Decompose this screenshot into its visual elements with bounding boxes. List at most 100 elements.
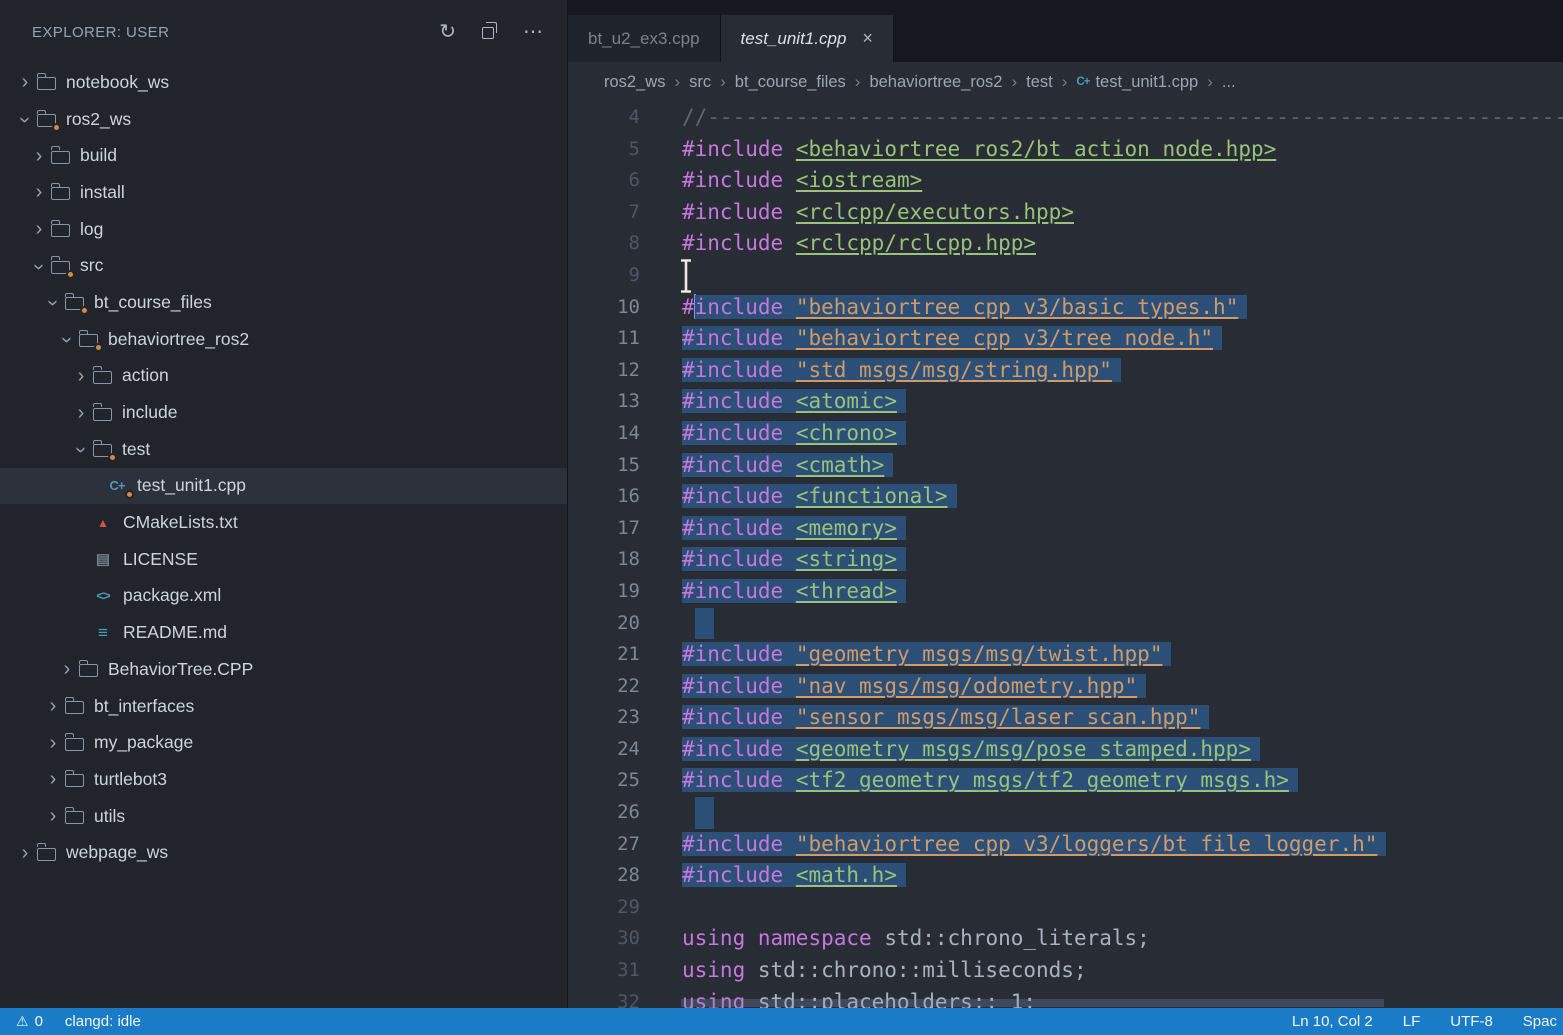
tab-bt_u2_ex3.cpp[interactable]: bt_u2_ex3.cpp [568,15,721,62]
tree-item-label: turtlebot3 [94,769,167,790]
code-token: #include [682,642,783,666]
line-number: 9 [568,260,640,292]
code-token: "sensor_msgs/msg/laser_scan.hpp" [796,705,1201,729]
tree-file-LICENSE[interactable]: ▤LICENSE [0,541,567,578]
chevron-right-icon[interactable]: › [42,769,64,789]
tree-folder-bt_interfaces[interactable]: ›bt_interfaces [0,688,567,725]
tree-folder-include[interactable]: ›include [0,394,567,431]
breadcrumb-item-...[interactable]: ... [1222,73,1236,92]
code-line-12[interactable]: 12#include "std_msgs/msg/string.hpp" [568,355,1563,387]
tree-file-CMakeLists.txt[interactable]: ▲CMakeLists.txt [0,504,567,541]
breadcrumb-item-bt_course_files[interactable]: bt_course_files [735,73,846,92]
code-line-17[interactable]: 17#include <memory> [568,513,1563,545]
code-line-23[interactable]: 23#include "sensor_msgs/msg/laser_scan.h… [568,702,1563,734]
tree-folder-notebook_ws[interactable]: ›notebook_ws [0,64,567,101]
tree-folder-action[interactable]: ›action [0,358,567,395]
chevron-right-icon[interactable]: › [28,182,50,202]
tree-folder-utils[interactable]: ›utils [0,798,567,835]
chevron-right-icon[interactable]: › [42,733,64,753]
tree-file-README.md[interactable]: ≡README.md [0,614,567,651]
tree-folder-install[interactable]: ›install [0,174,567,211]
code-line-5[interactable]: 5#include <behaviortree_ros2/bt_action_n… [568,134,1563,166]
status-left: ⚠ 0 clangd: idle [16,1013,141,1030]
breadcrumb-label: test_unit1.cpp [1095,73,1198,92]
folder-icon [37,77,56,90]
chevron-right-icon[interactable]: › [28,219,50,239]
tree-folder-behaviortree_ros2[interactable]: ›behaviortree_ros2 [0,321,567,358]
code-line-18[interactable]: 18#include <string> [568,544,1563,576]
tree-folder-log[interactable]: ›log [0,211,567,248]
problems-indicator[interactable]: ⚠ 0 [16,1013,43,1030]
code-line-31[interactable]: 31using std::chrono::milliseconds; [568,955,1563,987]
tree-folder-turtlebot3[interactable]: › turtlebot3 [0,761,567,798]
chevron-right-icon[interactable]: › [42,806,64,826]
close-tab-icon[interactable]: × [862,28,873,49]
chevron-right-icon[interactable]: › [42,696,64,716]
tree-folder-BehaviorTree.CPP[interactable]: ›BehaviorTree.CPP [0,651,567,688]
code-line-8[interactable]: 8#include <rclcpp/rclcpp.hpp> [568,228,1563,260]
tree-folder-src[interactable]: ›src [0,247,567,284]
code-line-15[interactable]: 15#include <cmath> [568,450,1563,482]
code-line-9[interactable]: 9 [568,260,1563,292]
tree-folder-build[interactable]: ›build [0,137,567,174]
code-line-10[interactable]: 10#include "behaviortree_cpp_v3/basic_ty… [568,292,1563,324]
code-line-7[interactable]: 7#include <rclcpp/executors.hpp> [568,197,1563,229]
indent-indicator[interactable]: Spac [1523,1013,1557,1030]
code-text: #include <chrono> [682,418,906,450]
code-line-14[interactable]: 14#include <chrono> [568,418,1563,450]
code-line-27[interactable]: 27#include "behaviortree_cpp_v3/loggers/… [568,829,1563,861]
code-line-11[interactable]: 11#include "behaviortree_cpp_v3/tree_nod… [568,323,1563,355]
tree-folder-my_package[interactable]: ›my_package [0,724,567,761]
breadcrumb-item-behaviortree_ros2[interactable]: behaviortree_ros2 [869,73,1002,92]
code-line-20[interactable]: 20 [568,608,1563,640]
code-line-25[interactable]: 25#include <tf2_geometry_msgs/tf2_geomet… [568,765,1563,797]
chevron-right-icon[interactable]: › [14,843,36,863]
code-line-16[interactable]: 16#include <functional> [568,481,1563,513]
code-line-29[interactable]: 29 [568,892,1563,924]
code-text: #include "behaviortree_cpp_v3/tree_node.… [682,323,1222,355]
breadcrumb-item-ros2_ws[interactable]: ros2_ws [604,73,665,92]
chevron-right-icon[interactable]: › [70,366,92,386]
tree-folder-webpage_ws[interactable]: ›webpage_ws [0,834,567,871]
clangd-status[interactable]: clangd: idle [65,1013,141,1030]
tree-file-package.xml[interactable]: <>package.xml [0,578,567,615]
cursor-position[interactable]: Ln 10, Col 2 [1292,1013,1373,1030]
code-line-22[interactable]: 22#include "nav_msgs/msg/odometry.hpp" [568,671,1563,703]
code-line-19[interactable]: 19#include <thread> [568,576,1563,608]
breadcrumb-item-test[interactable]: test [1026,73,1053,92]
code-line-13[interactable]: 13#include <atomic> [568,386,1563,418]
horizontal-scrollbar[interactable] [681,999,1384,1007]
code-line-24[interactable]: 24#include <geometry_msgs/msg/pose_stamp… [568,734,1563,766]
code-line-30[interactable]: 30using namespace std::chrono_literals; [568,923,1563,955]
chevron-right-icon[interactable]: › [28,146,50,166]
code-token [783,863,796,887]
code-token: <memory> [796,516,897,540]
collapse-folders-icon[interactable] [482,22,497,43]
code-line-26[interactable]: 26 [568,797,1563,829]
chevron-right-icon[interactable]: › [70,403,92,423]
encoding-indicator[interactable]: UTF-8 [1450,1013,1493,1030]
more-actions-icon[interactable]: ⋯ [523,22,543,42]
chevron-down-icon[interactable]: › [71,439,91,461]
breadcrumb-item-src[interactable]: src [689,73,711,92]
code-line-21[interactable]: 21#include "geometry_msgs/msg/twist.hpp" [568,639,1563,671]
chevron-right-icon[interactable]: › [14,72,36,92]
chevron-down-icon[interactable]: › [29,256,49,278]
code-editor[interactable]: 4//-------------------------------------… [568,102,1563,1008]
code-line-4[interactable]: 4//-------------------------------------… [568,102,1563,134]
code-line-6[interactable]: 6#include <iostream> [568,165,1563,197]
folder-icon [51,187,70,200]
tree-file-test_unit1.cpp[interactable]: C+test_unit1.cpp [0,468,567,505]
tree-folder-ros2_ws[interactable]: ›ros2_ws [0,101,567,138]
tree-folder-test[interactable]: ›test [0,431,567,468]
tree-folder-bt_course_files[interactable]: ›bt_course_files [0,284,567,321]
chevron-down-icon[interactable]: › [43,292,63,314]
chevron-down-icon[interactable]: › [57,329,77,351]
code-line-28[interactable]: 28#include <math.h> [568,860,1563,892]
tab-test_unit1.cpp[interactable]: test_unit1.cpp× [721,15,894,62]
chevron-down-icon[interactable]: › [15,109,35,131]
chevron-right-icon[interactable]: › [56,659,78,679]
breadcrumb-item-test_unit1.cpp[interactable]: C+test_unit1.cpp [1076,73,1198,92]
refresh-explorer-icon[interactable]: ↻ [439,22,456,42]
eol-indicator[interactable]: LF [1403,1013,1421,1030]
